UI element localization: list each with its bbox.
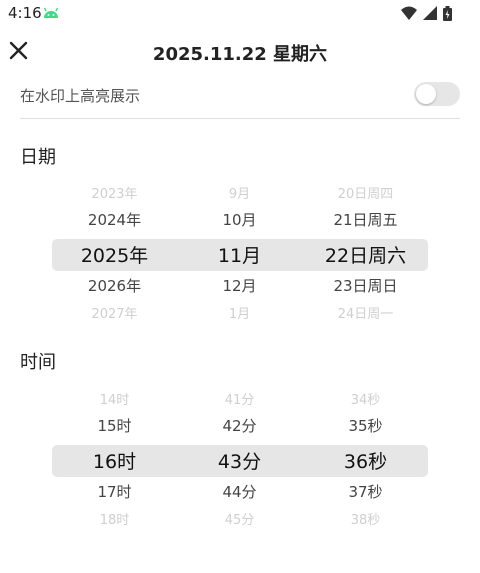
day-option[interactable]: 24日周一 [303,303,428,322]
day-option[interactable]: 21日周五 [303,209,428,230]
year-option[interactable]: 2024年 [52,209,177,230]
hour-option[interactable]: 14时 [52,389,177,408]
hour-option[interactable]: 18时 [52,509,177,528]
status-time: 4:16 [8,4,42,22]
month-option[interactable]: 9月 [177,183,302,202]
day-wheel[interactable]: 20日周四 21日周五 22日周六 23日周日 24日周一 [303,183,428,333]
year-option[interactable]: 2026年 [52,275,177,296]
hour-wheel[interactable]: 14时 15时 16时 17时 18时 [52,389,177,539]
year-option[interactable]: 2023年 [52,183,177,202]
day-option[interactable]: 23日周日 [303,275,428,296]
highlight-toggle[interactable] [414,82,460,106]
hour-option[interactable]: 15时 [52,415,177,436]
minute-option[interactable]: 41分 [177,389,302,408]
month-option[interactable]: 1月 [177,303,302,322]
toggle-knob [416,84,436,104]
second-option[interactable]: 37秒 [303,481,428,502]
battery-icon [443,5,452,21]
month-selected[interactable]: 11月 [177,241,302,268]
minute-option[interactable]: 42分 [177,415,302,436]
year-selected[interactable]: 2025年 [52,241,177,268]
hour-option[interactable]: 17时 [52,481,177,502]
second-wheel[interactable]: 34秒 35秒 36秒 37秒 38秒 [303,389,428,539]
month-wheel[interactable]: 9月 10月 11月 12月 1月 [177,183,302,333]
minute-wheel[interactable]: 41分 42分 43分 44分 45分 [177,389,302,539]
year-wheel[interactable]: 2023年 2024年 2025年 2026年 2027年 [52,183,177,333]
page-title: 2025.11.22 星期六 [152,44,328,65]
date-picker: 2023年 2024年 2025年 2026年 2027年 9月 10月 11月… [52,183,428,333]
wifi-icon [401,6,417,20]
year-option[interactable]: 2027年 [52,303,177,322]
status-bar: 4:16 [0,0,480,28]
highlight-label: 在水印上高亮展示 [20,87,141,105]
time-section-title: 时间 [20,352,56,373]
minute-selected[interactable]: 43分 [177,447,302,474]
signal-icon [423,6,437,20]
minute-option[interactable]: 44分 [177,481,302,502]
second-option[interactable]: 38秒 [303,509,428,528]
second-option[interactable]: 35秒 [303,415,428,436]
second-option[interactable]: 34秒 [303,389,428,408]
second-selected[interactable]: 36秒 [303,447,428,474]
month-option[interactable]: 12月 [177,275,302,296]
time-picker: 14时 15时 16时 17时 18时 41分 42分 43分 44分 45分 … [52,389,428,539]
minute-option[interactable]: 45分 [177,509,302,528]
day-option[interactable]: 20日周四 [303,183,428,202]
month-option[interactable]: 10月 [177,209,302,230]
date-section-title: 日期 [20,147,56,168]
top-app-bar: 2025.11.22 星期六 [0,28,480,74]
android-robot-icon [43,7,59,18]
highlight-setting-row: 在水印上高亮展示 [20,80,460,119]
hour-selected[interactable]: 16时 [52,447,177,474]
day-selected[interactable]: 22日周六 [303,241,428,268]
